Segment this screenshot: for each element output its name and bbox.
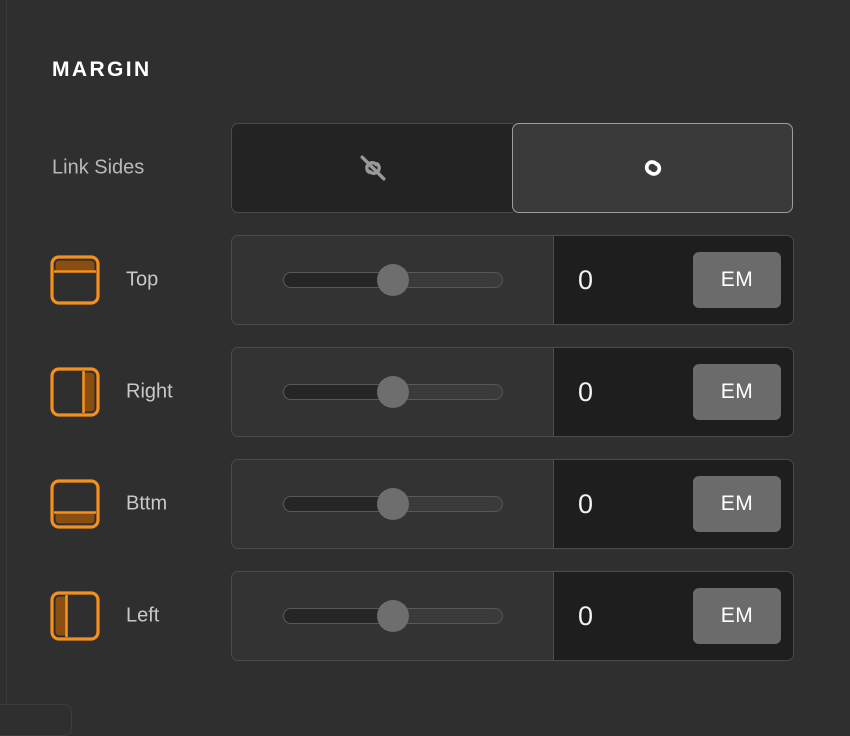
margin-left-icon (50, 591, 100, 641)
margin-top-icon (50, 255, 100, 305)
margin-top-label: Top (126, 269, 158, 292)
margin-left-control: 0 EM (231, 571, 794, 661)
margin-top-value: 0 (578, 265, 593, 296)
margin-bottom-control: 0 EM (231, 459, 794, 549)
slider-thumb[interactable] (377, 488, 409, 520)
margin-top-value-field[interactable]: 0 EM (554, 236, 793, 324)
margin-bottom-icon (50, 479, 100, 529)
margin-top-slider[interactable] (232, 236, 554, 324)
margin-bottom-value-field[interactable]: 0 EM (554, 460, 793, 548)
link-sides-label: Link Sides (52, 157, 144, 180)
link-sides-row: Link Sides (0, 123, 850, 213)
margin-panel: MARGIN Link Sides (0, 0, 850, 716)
margin-bottom-value: 0 (578, 489, 593, 520)
margin-bottom-unit-button[interactable]: EM (693, 476, 781, 532)
margin-left-value: 0 (578, 601, 593, 632)
margin-top-control: 0 EM (231, 235, 794, 325)
slider-thumb[interactable] (377, 376, 409, 408)
margin-right-row: Right 0 EM (0, 347, 850, 437)
page-title: MARGIN (52, 58, 152, 82)
margin-right-label: Right (126, 381, 173, 404)
link-sides-segmented-control (231, 123, 794, 213)
margin-top-unit-button[interactable]: EM (693, 252, 781, 308)
slider-thumb[interactable] (377, 264, 409, 296)
margin-bottom-row: Bttm 0 EM (0, 459, 850, 549)
margin-right-value-field[interactable]: 0 EM (554, 348, 793, 436)
next-panel-peek (0, 704, 72, 736)
unlink-sides-button[interactable] (231, 123, 513, 213)
margin-left-value-field[interactable]: 0 EM (554, 572, 793, 660)
margin-right-slider[interactable] (232, 348, 554, 436)
margin-bottom-label: Bttm (126, 493, 167, 516)
margin-right-icon (50, 367, 100, 417)
margin-right-unit-button[interactable]: EM (693, 364, 781, 420)
margin-top-row: Top 0 EM (0, 235, 850, 325)
unlink-icon (353, 148, 393, 188)
margin-left-label: Left (126, 605, 159, 628)
slider-thumb[interactable] (377, 600, 409, 632)
link-icon (633, 148, 673, 188)
margin-left-slider[interactable] (232, 572, 554, 660)
margin-right-value: 0 (578, 377, 593, 408)
margin-left-row: Left 0 EM (0, 571, 850, 661)
margin-left-unit-button[interactable]: EM (693, 588, 781, 644)
margin-bottom-slider[interactable] (232, 460, 554, 548)
link-sides-button[interactable] (512, 123, 793, 213)
margin-right-control: 0 EM (231, 347, 794, 437)
